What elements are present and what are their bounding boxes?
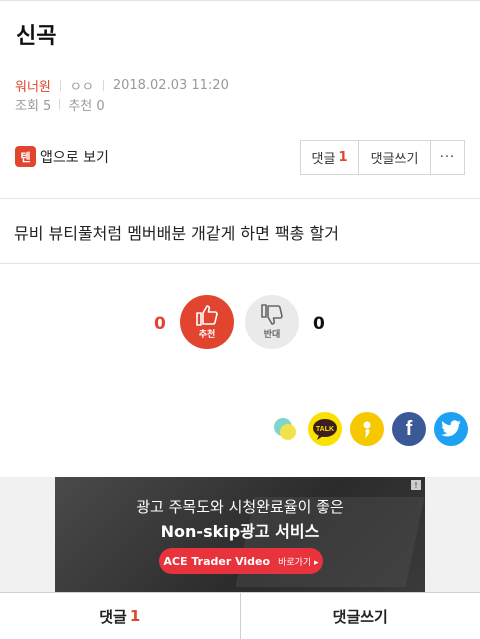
ad-cta-button[interactable]: ACE Trader Video 바로가기 ▸ xyxy=(159,548,323,574)
recommend-count: 추천 0 xyxy=(68,99,105,114)
line-icon xyxy=(274,418,296,440)
ad-area: 광고 주목도와 시청완료율이 좋은 Non-skip광고 서비스 ACE Tra… xyxy=(0,477,480,592)
kakaotalk-icon: TALK xyxy=(313,419,337,440)
ad-cta-label: 바로가기 ▸ xyxy=(278,557,319,568)
thumbs-up-icon xyxy=(196,305,218,326)
post-meta-author-row: 워너원 ㅇㅇ 2018.02.03 11:20 xyxy=(15,76,229,95)
thumbs-down-icon xyxy=(261,304,283,325)
ad-brand: ACE Trader Video xyxy=(163,554,271,568)
bottom-comment-count: 1 xyxy=(129,607,141,625)
share-line-button[interactable] xyxy=(268,412,302,446)
post-body: 뮤비 뷰티풀처럼 멤버배분 개같게 하면 팩총 할거 xyxy=(14,224,339,243)
view-count: 조회 5 xyxy=(15,99,52,114)
downvote-label: 반대 xyxy=(263,330,281,340)
ad-headline: 광고 주목도와 시청완료율이 좋은 xyxy=(136,498,344,516)
open-in-app-label: 앱으로 보기 xyxy=(40,149,109,166)
comment-button[interactable]: 댓글 1 xyxy=(301,141,359,174)
meta-separator xyxy=(59,99,61,110)
share-facebook-button[interactable]: f xyxy=(392,412,426,446)
bottom-comment-label: 댓글 xyxy=(99,607,127,626)
comment-button-label: 댓글 xyxy=(311,152,336,167)
meta-separator xyxy=(102,80,104,91)
downvote-count: 0 xyxy=(313,314,325,334)
twitter-icon xyxy=(441,420,461,437)
upvote-button[interactable]: 추천 xyxy=(180,295,234,349)
divider xyxy=(0,198,480,199)
share-twitter-button[interactable] xyxy=(434,412,468,446)
more-options-button[interactable]: ··· xyxy=(431,141,464,174)
divider xyxy=(0,263,480,264)
write-comment-button[interactable]: 댓글쓰기 xyxy=(359,141,431,174)
facebook-icon: f xyxy=(405,417,413,440)
talk-label: TALK xyxy=(316,426,334,433)
bottom-comment-button[interactable]: 댓글 1 xyxy=(0,593,241,639)
post-title: 신곡 xyxy=(16,24,57,49)
share-kakaotalk-button[interactable]: TALK xyxy=(308,412,342,446)
upvote-label: 추천 xyxy=(198,330,216,340)
comment-count: 1 xyxy=(338,150,348,165)
ad-banner[interactable]: 광고 주목도와 시청완료율이 좋은 Non-skip광고 서비스 ACE Tra… xyxy=(55,477,425,592)
ad-subheadline: Non-skip광고 서비스 xyxy=(160,522,320,541)
bottom-write-comment-button[interactable]: 댓글쓰기 xyxy=(241,593,480,639)
ad-info-icon[interactable]: ! xyxy=(411,480,421,490)
author-name[interactable]: 워너원 xyxy=(15,76,51,95)
post-meta-stats-row: 조회 5 추천 0 xyxy=(15,95,105,114)
upvote-count: 0 xyxy=(154,314,166,334)
app-logo-icon: 텐 xyxy=(15,146,36,167)
post-datetime: 2018.02.03 11:20 xyxy=(112,78,229,93)
comment-button-group: 댓글 1 댓글쓰기 ··· xyxy=(300,140,465,175)
bottom-action-bar: 댓글 1 댓글쓰기 xyxy=(0,592,480,639)
share-kakaostory-button[interactable] xyxy=(350,412,384,446)
top-border xyxy=(0,0,480,1)
meta-separator xyxy=(59,80,61,91)
open-in-app-link[interactable]: 텐 앱으로 보기 xyxy=(15,146,109,167)
nickname: ㅇㅇ xyxy=(69,80,94,95)
downvote-button[interactable]: 반대 xyxy=(245,295,299,349)
kakaostory-icon xyxy=(363,421,371,438)
